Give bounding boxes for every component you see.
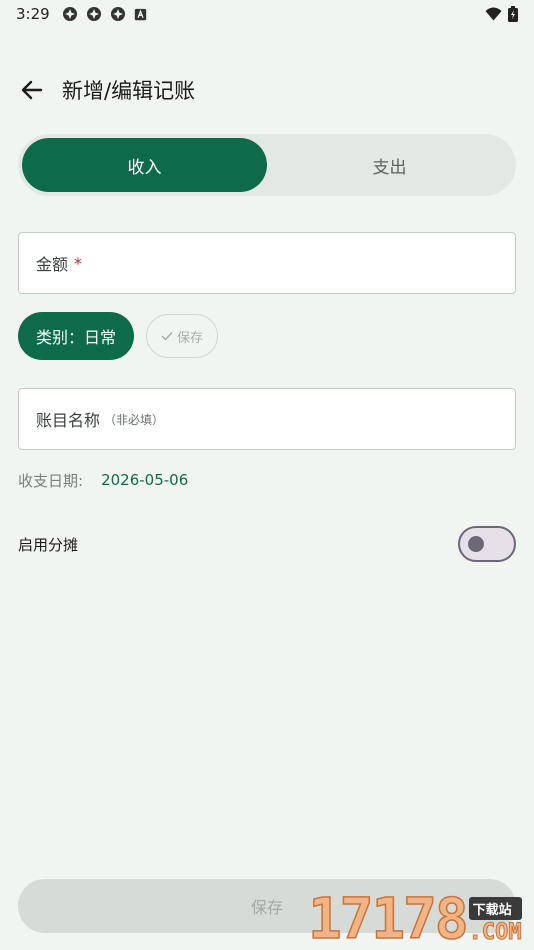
page-title: 新增/编辑记账 — [62, 79, 196, 103]
status-system-icons — [485, 6, 518, 22]
watermark-side: 下载站 .COM — [468, 897, 522, 946]
category-chip-row: 类别：日常 保存 — [18, 312, 219, 360]
save-chip-label: 保存 — [177, 330, 204, 346]
watermark-logo: 17178 下载站 .COM — [307, 886, 534, 950]
date-row: 收支日期: 2026-05-06 — [18, 468, 188, 492]
check-icon — [161, 331, 173, 341]
battery-charging-icon — [508, 6, 518, 22]
amount-input[interactable]: 金额 * — [18, 232, 516, 294]
save-category-chip[interactable]: 保存 — [146, 314, 219, 358]
app-notification-icon — [110, 7, 125, 21]
app-bar: 新增/编辑记账 — [0, 66, 534, 114]
status-time: 3:29 — [16, 5, 50, 23]
required-mark: * — [74, 253, 83, 273]
split-row: 启用分摊 — [18, 526, 516, 562]
split-label: 启用分摊 — [18, 535, 79, 554]
accessibility-icon — [134, 8, 146, 20]
date-label: 收支日期: — [18, 471, 84, 490]
switch-thumb — [468, 536, 484, 552]
status-notification-icons — [62, 6, 147, 22]
app-notification-icon — [62, 7, 77, 21]
split-toggle-switch[interactable] — [458, 526, 516, 562]
date-value[interactable]: 2026-05-06 — [101, 471, 188, 489]
status-bar: 3:29 — [0, 0, 534, 28]
entry-name-input[interactable]: 账目名称 （非必填） — [18, 388, 516, 450]
wifi-icon — [485, 7, 502, 21]
income-expense-toggle: 收入 支出 — [18, 134, 516, 196]
expense-tab[interactable]: 支出 — [267, 138, 512, 192]
app-notification-icon — [86, 7, 101, 21]
amount-label: 金额 — [36, 255, 69, 274]
entry-name-hint: （非必填） — [104, 412, 165, 427]
entry-name-label: 账目名称 — [36, 411, 101, 430]
watermark-digits: 17178 — [307, 887, 469, 950]
income-tab[interactable]: 收入 — [22, 138, 267, 192]
watermark-suffix: .COM — [468, 920, 522, 946]
watermark-tag: 下载站 — [468, 897, 522, 920]
arrow-left-icon — [21, 80, 43, 100]
category-chip[interactable]: 类别：日常 — [18, 312, 135, 360]
back-button[interactable] — [8, 66, 56, 114]
